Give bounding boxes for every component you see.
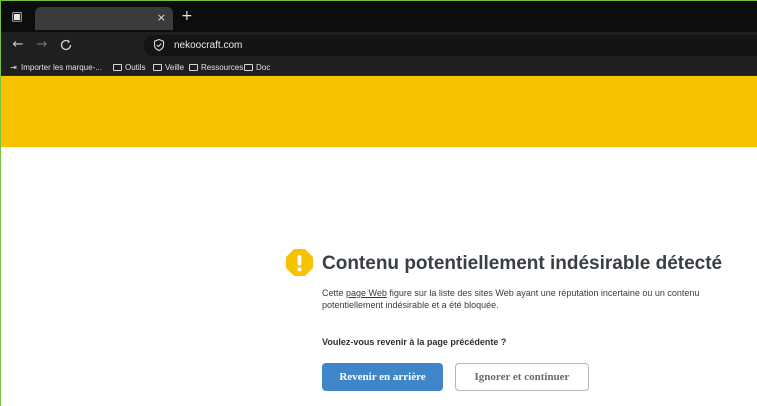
bookmark-label: Importer les marque-... xyxy=(21,63,102,72)
new-tab-button[interactable]: + xyxy=(181,9,193,23)
bookmark-label: Outils xyxy=(125,63,146,72)
reload-icon[interactable] xyxy=(58,37,74,53)
tab-close-icon[interactable]: × xyxy=(157,11,166,25)
shield-icon[interactable] xyxy=(152,38,166,52)
warning-banner xyxy=(1,76,757,147)
browser-window: ▣ × + ← → nekoocraft.com ⇥ Importer les … xyxy=(0,0,757,406)
bookmark-ressources[interactable]: Ressources xyxy=(189,61,243,74)
bookmark-label: Ressources xyxy=(201,63,244,72)
folder-icon xyxy=(153,64,162,71)
tab-strip: ▣ × + xyxy=(1,1,757,32)
bookmark-outils[interactable]: Outils xyxy=(113,61,145,74)
url-text[interactable]: nekoocraft.com xyxy=(174,39,242,52)
bookmark-veille[interactable]: Veille xyxy=(153,61,184,74)
navigation-bar: ← → nekoocraft.com xyxy=(1,32,757,59)
import-icon: ⇥ xyxy=(10,63,17,72)
address-bar[interactable]: nekoocraft.com xyxy=(144,35,757,56)
bookmark-label: Veille xyxy=(165,63,185,72)
desc-prefix: Cette xyxy=(322,288,347,298)
bookmarks-bar: ⇥ Importer les marque-... Outils Veille … xyxy=(1,59,757,76)
back-arrow-icon[interactable]: ← xyxy=(10,37,26,53)
forward-arrow-icon[interactable]: → xyxy=(34,37,50,53)
return-question: Voulez-vous revenir à la page précédente… xyxy=(322,337,507,347)
warning-icon xyxy=(286,249,313,276)
warning-description: Cette page Web figure sur la liste des s… xyxy=(322,287,747,311)
ignore-continue-button[interactable]: Ignorer et continuer xyxy=(455,363,589,391)
folder-icon xyxy=(189,64,198,71)
page-title: Contenu potentiellement indésirable déte… xyxy=(322,253,723,274)
go-back-button[interactable]: Revenir en arrière xyxy=(322,363,443,391)
bookmark-doc[interactable]: Doc xyxy=(244,61,270,74)
tab-menu-icon[interactable]: ▣ xyxy=(10,9,24,23)
folder-icon xyxy=(113,64,122,71)
browser-tab[interactable]: × xyxy=(35,7,173,30)
folder-icon xyxy=(244,64,253,71)
page-web-link[interactable]: page Web xyxy=(346,288,387,298)
bookmark-import[interactable]: ⇥ Importer les marque-... xyxy=(9,61,102,74)
bookmark-label: Doc xyxy=(256,63,271,72)
